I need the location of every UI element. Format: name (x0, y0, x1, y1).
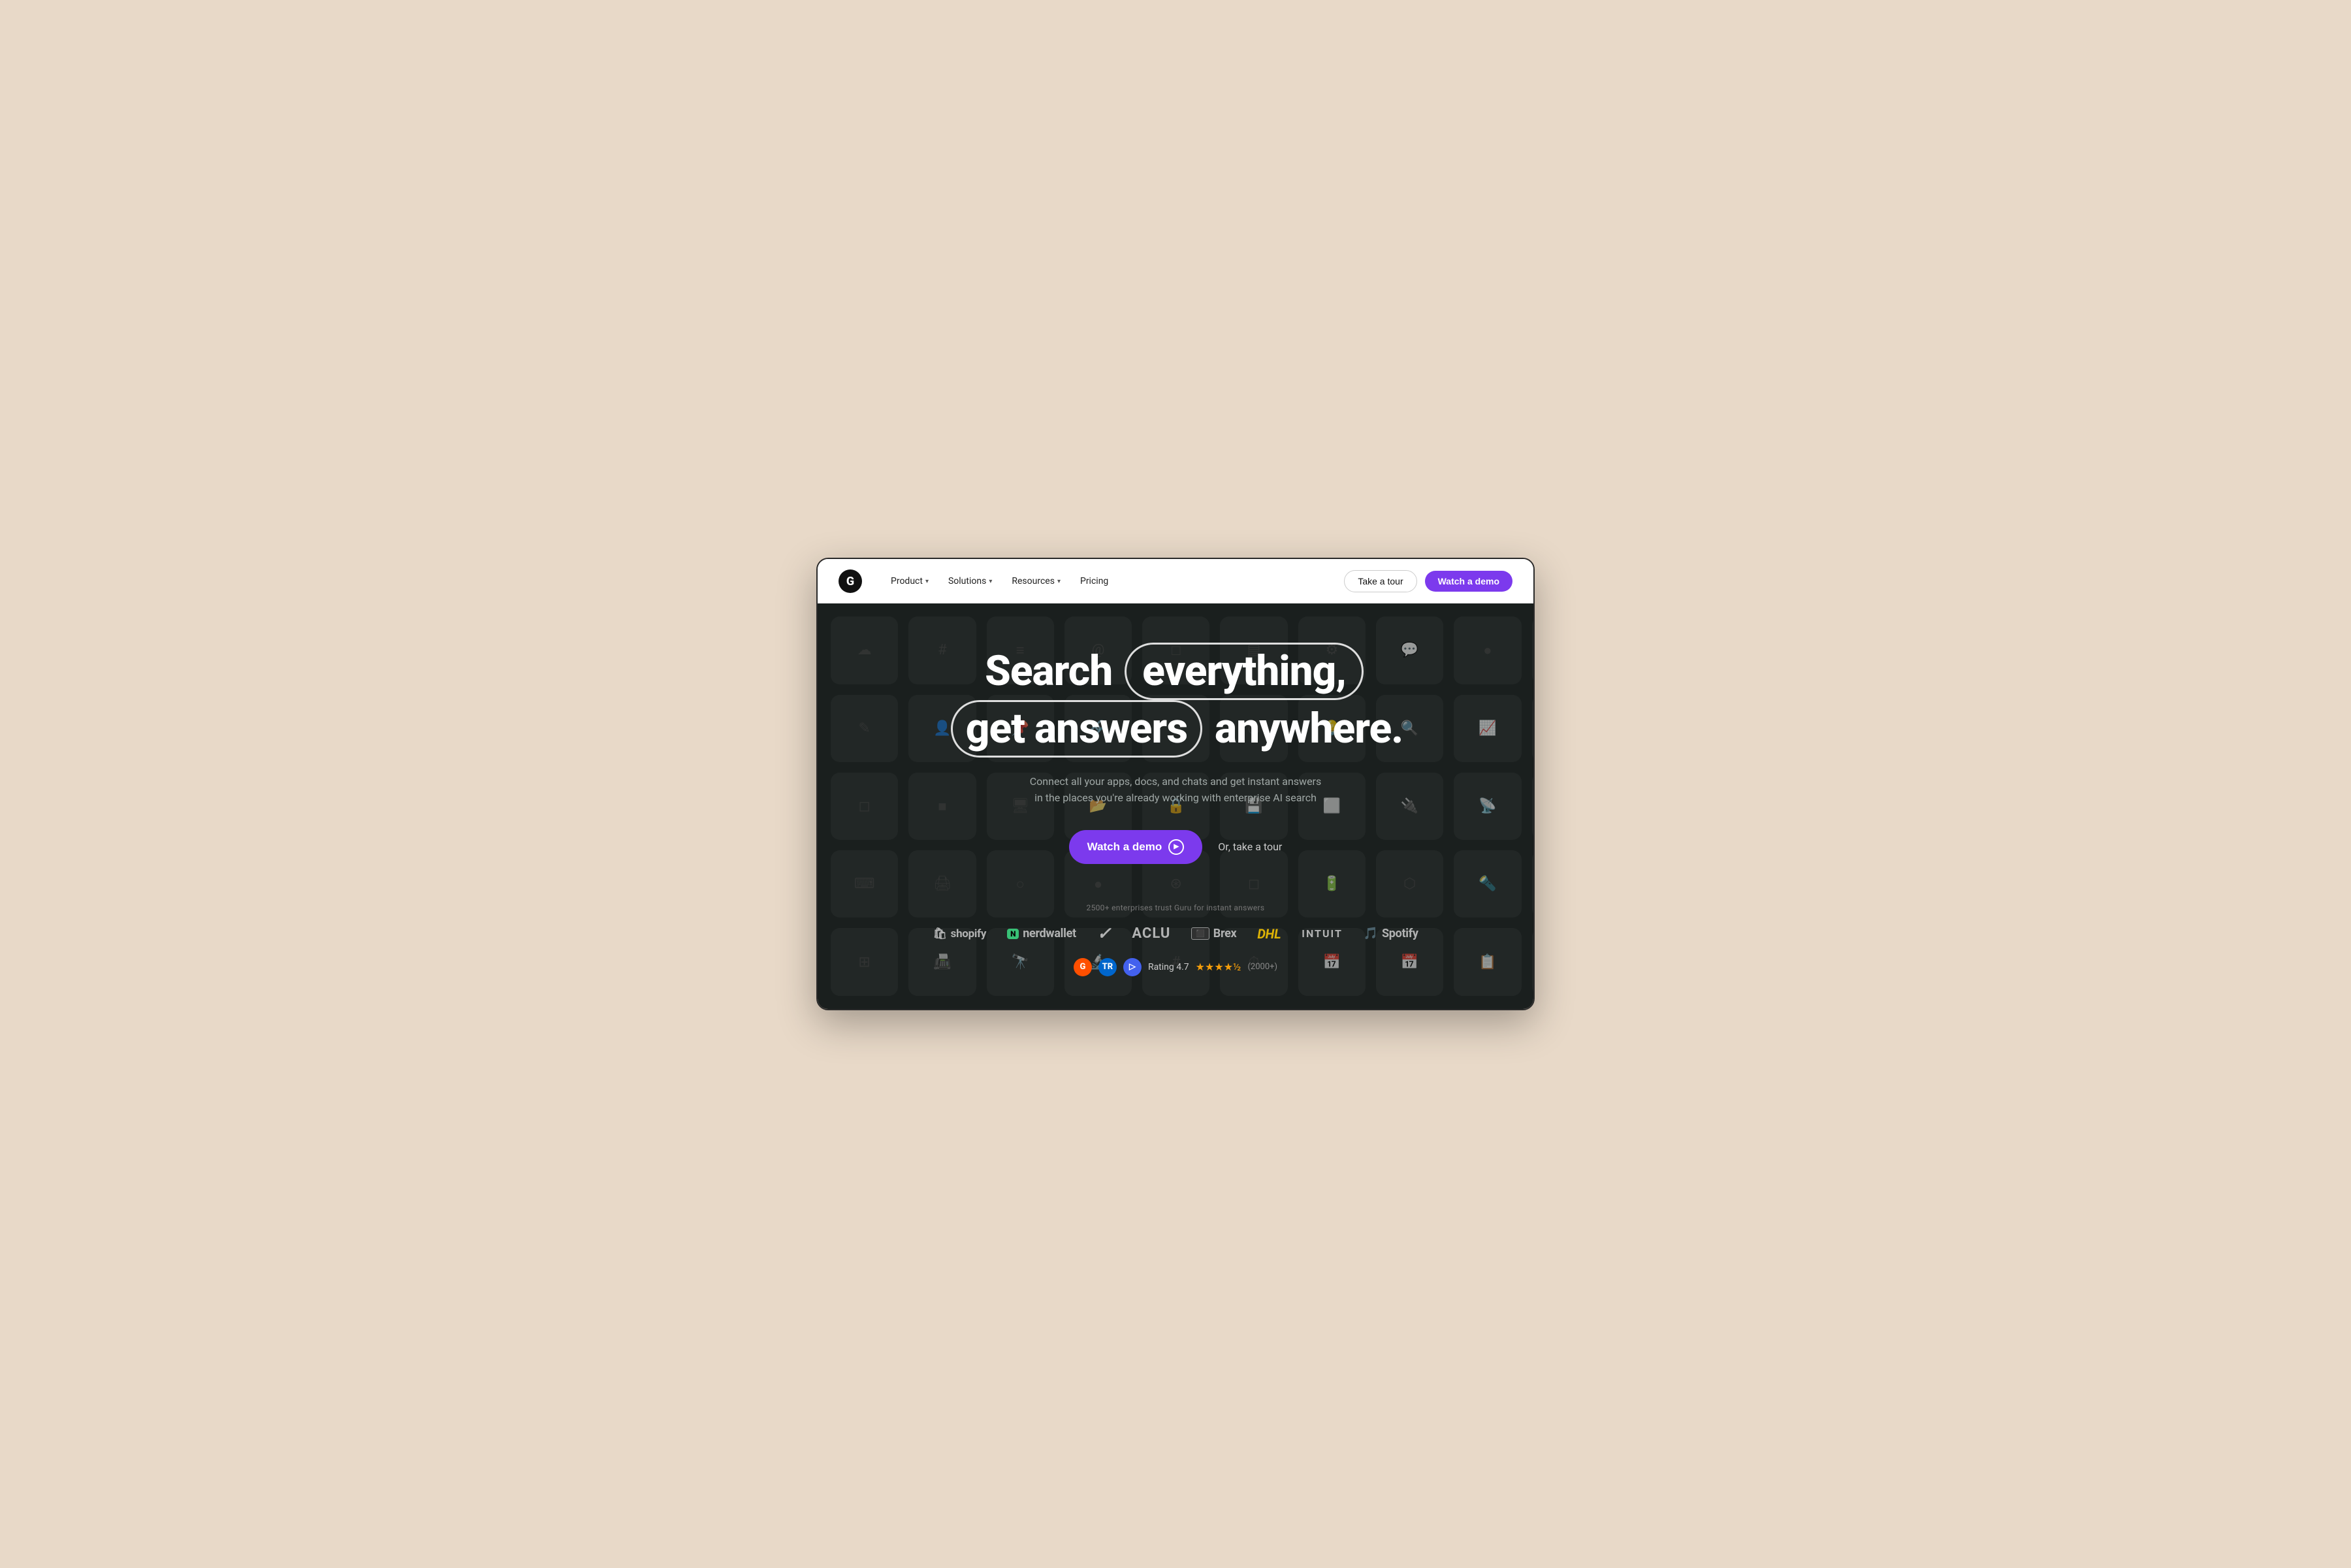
app-icon: 🗃 (1532, 928, 1533, 995)
shopify-logo: 🛍 shopify (933, 927, 986, 940)
app-icon: □ (1532, 616, 1533, 684)
g2-badge: G (1074, 958, 1092, 976)
hero-cta: Watch a demo ▶ Or, take a tour (933, 830, 1418, 864)
app-icon: ☁ (831, 616, 898, 684)
nav-item-solutions[interactable]: Solutions ▾ (940, 572, 1000, 590)
trust-text: 2500+ enterprises trust Guru for instant… (933, 903, 1418, 912)
dhl-logo: DHL (1257, 926, 1281, 942)
app-icon: ⊞ (831, 928, 898, 995)
headline-pill-answers: get answers (951, 700, 1202, 758)
watch-demo-hero-button[interactable]: Watch a demo ▶ (1069, 830, 1203, 864)
app-icon: 🔧 (1532, 695, 1533, 762)
logo[interactable]: G (839, 569, 862, 593)
chevron-down-icon: ▾ (1057, 578, 1061, 585)
trustradius-badge: TR (1098, 958, 1117, 976)
rating-count: (2000+) (1247, 962, 1277, 972)
nav-links: Product ▾ Solutions ▾ Resources ▾ Pricin… (883, 572, 1323, 590)
brex-logo: ⬛ Brex (1191, 927, 1236, 940)
ratings-row: G TR ▷ Rating 4.7 ★★★★½ (2000+) (933, 958, 1418, 976)
trust-section: 2500+ enterprises trust Guru for instant… (933, 903, 1418, 976)
app-icon: 📋 (1454, 928, 1521, 995)
app-icon: ● (1454, 616, 1521, 684)
app-icon: ⌨ (831, 850, 898, 918)
headline: Search everything, get answers anywhere. (933, 643, 1418, 757)
app-icon: ◻ (831, 773, 898, 840)
headline-search: Search (985, 647, 1122, 696)
play-icon: ▶ (1168, 839, 1184, 855)
logos-row: 🛍 shopify N nerdwallet ✓ ACLU (933, 924, 1418, 944)
nav-item-resources[interactable]: Resources ▾ (1004, 572, 1068, 590)
navbar: G Product ▾ Solutions ▾ Resources ▾ Pric… (818, 559, 1533, 603)
rating-label: Rating 4.7 (1148, 962, 1189, 972)
app-icon: 📈 (1454, 695, 1521, 762)
hero-section: ☁#≡@□▤⚙💬●□↻⚙✎👤📌🔗□◎💡🔍📈🔧🔔↩◻■🖥📂🔒💾⬜🔌📡⊞💻⊡⌨🖨○●… (818, 603, 1533, 1008)
chevron-down-icon: ▾ (925, 578, 929, 585)
chevron-down-icon: ▾ (989, 578, 992, 585)
intuit-logo: INTUIT (1302, 927, 1343, 940)
headline-pill-everything: everything, (1125, 643, 1364, 700)
app-icon: ⊞ (1532, 773, 1533, 840)
nav-item-product[interactable]: Product ▾ (883, 572, 936, 590)
hero-content: Search everything, get answers anywhere.… (933, 643, 1418, 976)
take-tour-link[interactable]: Or, take a tour (1218, 840, 1282, 853)
aclu-logo: ACLU (1132, 925, 1170, 942)
spotify-logo: 🎵 Spotify (1364, 927, 1418, 940)
hero-subheadline: Connect all your apps, docs, and chats a… (1025, 773, 1326, 807)
app-icon: 🔦 (1454, 850, 1521, 918)
nerdwallet-logo: N nerdwallet (1007, 927, 1076, 940)
take-tour-button[interactable]: Take a tour (1344, 570, 1416, 592)
nav-item-pricing[interactable]: Pricing (1072, 572, 1116, 590)
headline-anywhere: anywhere. (1215, 704, 1403, 753)
browser-window: G Product ▾ Solutions ▾ Resources ▾ Pric… (816, 558, 1535, 1010)
capterra-badge: ▷ (1123, 958, 1142, 976)
nike-logo: ✓ (1097, 924, 1112, 944)
nav-actions: Take a tour Watch a demo (1344, 570, 1512, 592)
star-rating: ★★★★½ (1196, 961, 1241, 973)
app-icon: ✎ (831, 695, 898, 762)
app-icon: 📡 (1454, 773, 1521, 840)
app-icon: 📷 (1532, 850, 1533, 918)
watch-demo-nav-button[interactable]: Watch a demo (1425, 571, 1512, 592)
